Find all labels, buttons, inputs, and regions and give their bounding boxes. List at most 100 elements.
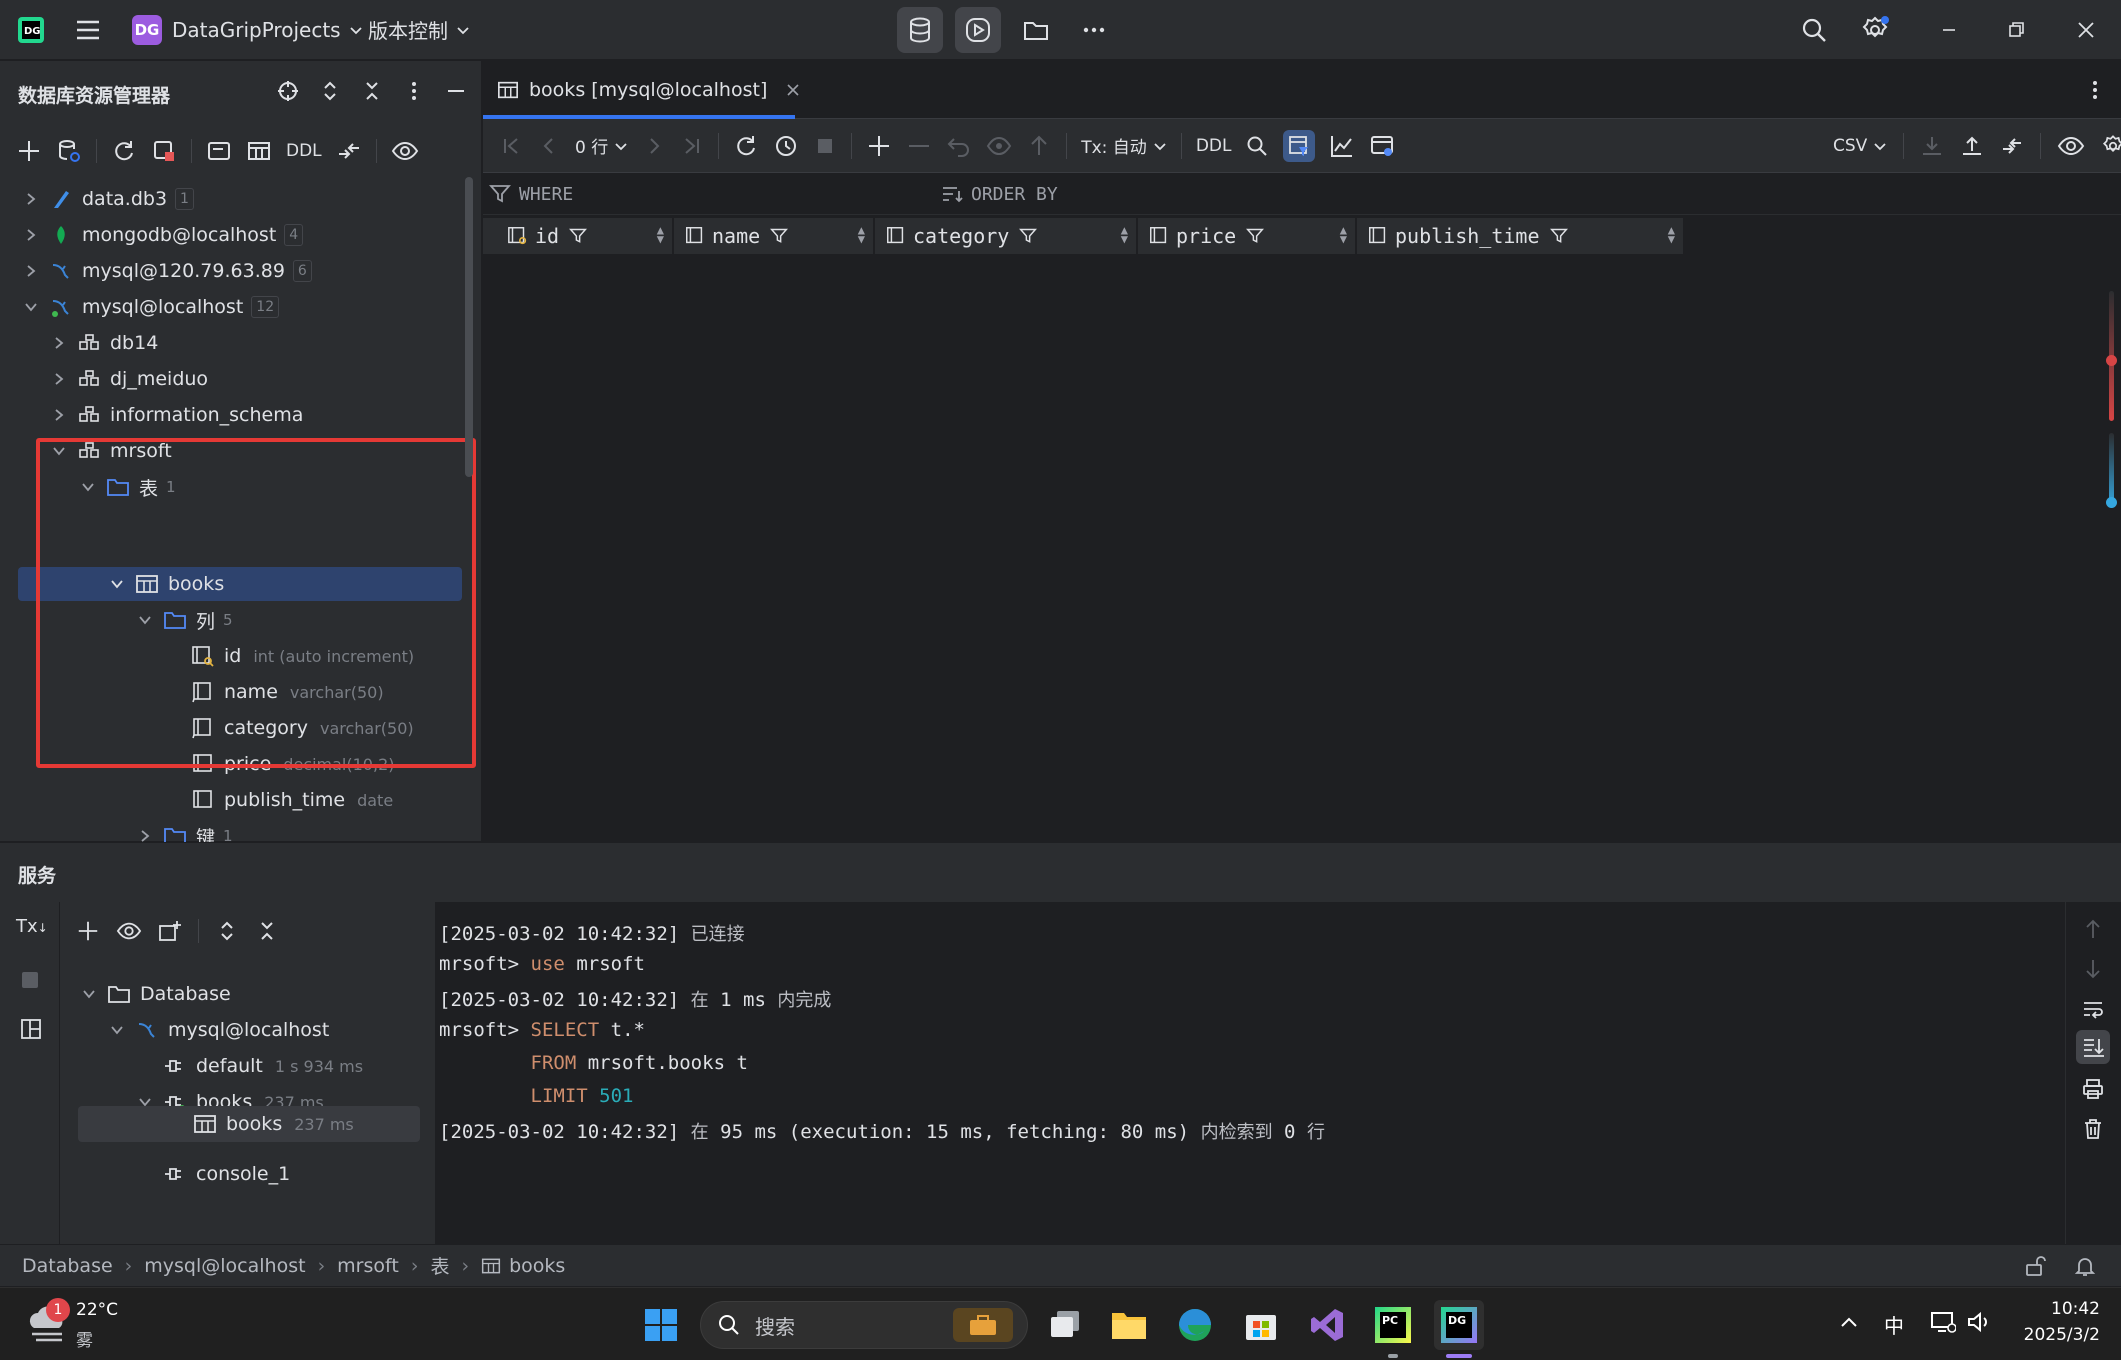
weather-temp[interactable]: 22°C xyxy=(76,1300,118,1320)
filter-icon[interactable] xyxy=(1549,227,1568,245)
tree-item-information-schema[interactable]: information_schema xyxy=(48,397,303,433)
sort-arrows-icon[interactable]: ▲ ▼ xyxy=(1668,224,1675,245)
download-icon[interactable] xyxy=(1920,134,1944,158)
notifications-bell-icon[interactable] xyxy=(2074,1255,2096,1277)
filter-icon[interactable] xyxy=(770,227,789,245)
collapse-all-icon[interactable] xyxy=(360,79,384,103)
eye-icon[interactable] xyxy=(391,138,419,164)
close-window-icon[interactable] xyxy=(2072,16,2100,44)
vcs-menu[interactable]: 版本控制 xyxy=(368,15,470,44)
submit-icon[interactable] xyxy=(1026,133,1052,159)
task-view-icon[interactable] xyxy=(1040,1300,1090,1350)
settings-gear-icon[interactable] xyxy=(2101,134,2121,158)
breadcrumb-item[interactable]: books xyxy=(509,1255,565,1277)
lock-icon[interactable] xyxy=(2024,1255,2046,1277)
scroll-up-icon[interactable] xyxy=(2082,918,2104,940)
close-tab-icon[interactable] xyxy=(785,82,801,98)
where-filter-input[interactable]: WHERE xyxy=(489,173,573,215)
filter-view-icon[interactable] xyxy=(1283,129,1316,162)
hide-panel-icon[interactable] xyxy=(444,79,468,103)
chevron-up-icon[interactable] xyxy=(1838,1312,1860,1334)
explorer-scrollbar[interactable] xyxy=(465,177,473,477)
services-view-button[interactable] xyxy=(955,7,1001,53)
eye-icon[interactable] xyxy=(2057,133,2085,159)
last-page-icon[interactable] xyxy=(680,134,704,158)
project-switcher[interactable]: DG DataGripProjects xyxy=(132,15,363,45)
store-icon[interactable] xyxy=(1236,1300,1286,1350)
new-group-icon[interactable] xyxy=(158,919,182,943)
tx-button[interactable]: Tx↓ xyxy=(16,916,48,937)
minimize-icon[interactable] xyxy=(1935,16,1963,44)
jump-to-icon[interactable] xyxy=(336,138,362,164)
export-format-dropdown[interactable]: CSV xyxy=(1833,136,1887,156)
database-view-button[interactable] xyxy=(897,7,943,53)
svc-tree-default-session[interactable]: default 1 s 934 ms xyxy=(162,1048,363,1084)
settings-gear-icon[interactable] xyxy=(1860,15,1890,45)
sort-arrows-icon[interactable]: ▲ ▼ xyxy=(1121,224,1128,245)
restore-icon[interactable] xyxy=(2002,16,2030,44)
filter-icon[interactable] xyxy=(1246,227,1265,245)
tree-item-mysql-remote[interactable]: mysql@120.79.63.89 6 xyxy=(20,253,312,289)
search-icon[interactable] xyxy=(1800,16,1828,44)
tab-books[interactable]: books [mysql@localhost] xyxy=(497,61,801,119)
svc-tree-console-1[interactable]: console_1 xyxy=(162,1156,290,1192)
ddl-button[interactable]: DDL xyxy=(1196,136,1232,156)
add-icon[interactable] xyxy=(76,919,100,943)
print-icon[interactable] xyxy=(2082,1078,2104,1100)
rows-count-dropdown[interactable]: 0 行 xyxy=(575,133,628,158)
soft-wrap-icon[interactable] xyxy=(2082,998,2104,1020)
clock-time[interactable]: 10:42 xyxy=(2012,1299,2100,1319)
locate-icon[interactable] xyxy=(276,79,300,103)
data-source-properties-icon[interactable] xyxy=(56,138,82,164)
main-menu-icon[interactable] xyxy=(74,16,102,44)
ddl-button[interactable]: DDL xyxy=(286,141,322,161)
column-header-publish-time[interactable]: publish_time ▲ ▼ xyxy=(1357,218,1684,254)
refresh-icon[interactable] xyxy=(111,138,137,164)
console-output[interactable]: [2025-03-02 10:42:32] 已连接 mrsoft> use mr… xyxy=(437,902,2065,1244)
collapse-all-icon[interactable] xyxy=(255,919,279,943)
upload-icon[interactable] xyxy=(1960,134,1984,158)
chart-icon[interactable] xyxy=(1329,133,1355,159)
next-page-icon[interactable] xyxy=(642,134,666,158)
ime-indicator[interactable]: 中 xyxy=(1884,1310,1904,1339)
tree-item-data-db3[interactable]: data.db3 1 xyxy=(20,181,194,217)
pycharm-icon[interactable]: PC xyxy=(1368,1300,1418,1350)
expand-all-icon[interactable] xyxy=(318,79,342,103)
tree-item-mysql-localhost[interactable]: mysql@localhost 12 xyxy=(20,289,280,325)
tree-item-mongodb[interactable]: mongodb@localhost 4 xyxy=(20,217,304,253)
sort-arrows-icon[interactable]: ▲ ▼ xyxy=(1340,224,1347,245)
add-row-icon[interactable] xyxy=(866,133,892,159)
column-header-category[interactable]: category ▲ ▼ xyxy=(875,218,1137,254)
disconnect-icon[interactable] xyxy=(151,138,177,164)
prev-page-icon[interactable] xyxy=(537,134,561,158)
stop-icon[interactable] xyxy=(20,970,40,990)
tree-item-dj-meiduo[interactable]: dj_meiduo xyxy=(48,361,208,397)
windows-start-icon[interactable] xyxy=(636,1300,686,1350)
history-clock-icon[interactable] xyxy=(773,133,799,159)
breadcrumb-item[interactable]: mrsoft xyxy=(337,1255,399,1277)
sort-arrows-icon[interactable]: ▲ ▼ xyxy=(858,224,865,245)
preview-changes-icon[interactable] xyxy=(986,133,1012,159)
visual-studio-icon[interactable] xyxy=(1302,1300,1352,1350)
svc-tree-database[interactable]: Database xyxy=(78,976,231,1012)
scroll-down-icon[interactable] xyxy=(2082,958,2104,980)
svc-tree-mysql-localhost[interactable]: mysql@localhost xyxy=(106,1012,329,1048)
scroll-to-end-icon[interactable] xyxy=(2076,1030,2110,1064)
breadcrumb-item[interactable]: 表 xyxy=(430,1252,449,1279)
add-icon[interactable] xyxy=(16,138,42,164)
reload-icon[interactable] xyxy=(733,133,759,159)
breadcrumb-item[interactable]: Database xyxy=(22,1255,113,1277)
network-icon[interactable] xyxy=(1930,1310,1956,1334)
search-icon[interactable] xyxy=(1245,134,1269,158)
filter-icon[interactable] xyxy=(1019,227,1038,245)
tree-item-db14[interactable]: db14 xyxy=(48,325,158,361)
eye-icon[interactable] xyxy=(116,919,142,943)
layout-icon[interactable] xyxy=(20,1018,42,1040)
datagrip-icon[interactable]: DG xyxy=(1434,1300,1484,1350)
delete-row-icon[interactable] xyxy=(906,133,932,159)
more-button[interactable] xyxy=(1071,7,1117,53)
sort-arrows-icon[interactable]: ▲ ▼ xyxy=(657,224,664,245)
options-vertical-icon[interactable] xyxy=(402,79,426,103)
tree-item-column-publish-time[interactable]: publish_time date xyxy=(190,782,393,818)
filter-icon[interactable] xyxy=(569,227,588,245)
